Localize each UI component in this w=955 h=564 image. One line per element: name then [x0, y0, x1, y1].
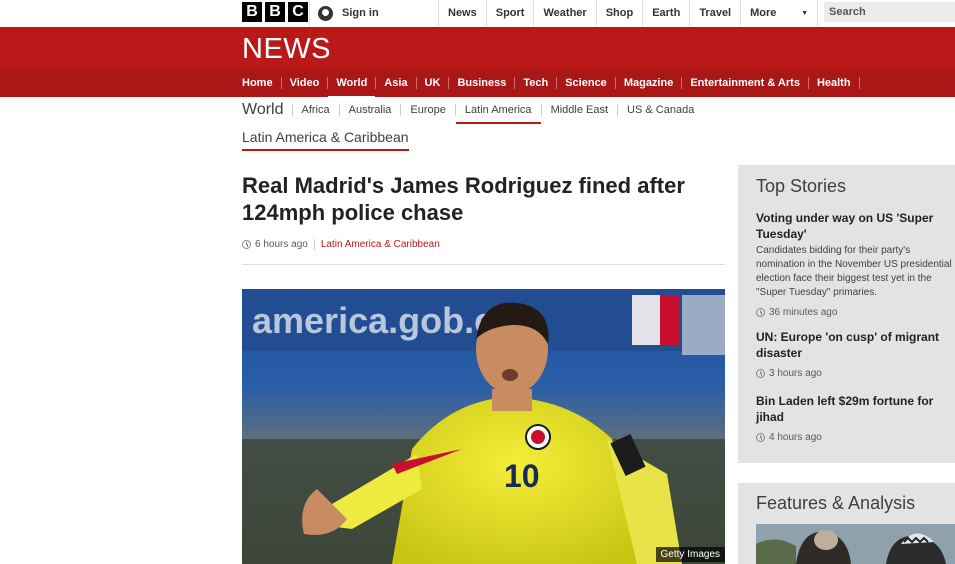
global-nav-news[interactable]: News	[438, 0, 486, 26]
story-time: 4 hours ago	[756, 432, 955, 443]
chevron-down-icon: ▼	[801, 9, 809, 17]
article-meta: 6 hours ago Latin America & Caribbean	[242, 238, 440, 250]
news-logo[interactable]: NEWS	[242, 33, 331, 66]
subnav-australia[interactable]: Australia	[340, 104, 401, 116]
list-item: Voting under way on US 'Super Tuesday' C…	[756, 210, 955, 318]
story-time-text: 36 minutes ago	[769, 307, 838, 318]
features-title: Features & Analysis	[756, 493, 916, 513]
list-item: Bin Laden left $29m fortune for jihad 4 …	[756, 393, 955, 443]
clock-icon	[756, 369, 765, 378]
article-section-link[interactable]: Latin America & Caribbean	[321, 239, 440, 250]
shirt-number: 10	[504, 458, 540, 494]
global-nav-earth[interactable]: Earth	[642, 0, 689, 26]
story-time: 3 hours ago	[756, 368, 955, 379]
article-photo-illustration: america.gob.cl 10	[242, 289, 725, 564]
subnav-latin-america[interactable]: Latin America	[455, 104, 541, 124]
top-stories-panel: Top Stories Voting under way on US 'Supe…	[738, 165, 955, 463]
global-nav-weather[interactable]: Weather	[533, 0, 595, 26]
article-image: america.gob.cl 10 Getty Images	[242, 289, 725, 564]
signin-link[interactable]: Sign in	[318, 0, 379, 26]
subnav-title[interactable]: World	[242, 101, 284, 119]
global-nav: News Sport Weather Shop Earth Travel Mor…	[438, 0, 819, 26]
divider	[313, 238, 315, 250]
nav-entertainment-arts[interactable]: Entertainment & Arts	[682, 76, 808, 90]
more-menu-button[interactable]: More ▼	[740, 0, 819, 26]
story-title[interactable]: Bin Laden left $29m fortune for jihad	[756, 393, 955, 425]
nav-tech[interactable]: Tech	[515, 76, 556, 90]
divider	[309, 0, 310, 26]
news-banner: NEWS	[0, 27, 955, 69]
main-nav: Home Video World Asia UK Business Tech S…	[242, 69, 860, 99]
signin-label: Sign in	[342, 7, 379, 19]
article-headline: Real Madrid's James Rodriguez fined afte…	[242, 173, 685, 225]
nav-video[interactable]: Video	[282, 76, 328, 90]
clock-icon	[242, 239, 251, 249]
nav-magazine[interactable]: Magazine	[616, 76, 682, 90]
nav-health[interactable]: Health	[809, 76, 859, 90]
article-time: 6 hours ago	[255, 238, 308, 250]
nav-asia[interactable]: Asia	[376, 76, 415, 90]
section-title[interactable]: Latin America & Caribbean	[242, 129, 409, 151]
main-nav-bar: Home Video World Asia UK Business Tech S…	[0, 69, 955, 99]
world-subnav: World Africa Australia Europe Latin Amer…	[242, 98, 703, 124]
story-time: 36 minutes ago	[756, 307, 955, 318]
story-summary: Candidates bidding for their party's nom…	[756, 245, 952, 298]
nav-business[interactable]: Business	[449, 76, 514, 90]
clock-icon	[756, 308, 765, 317]
logo-letter: B	[242, 2, 262, 22]
subnav-us-canada[interactable]: US & Canada	[618, 104, 703, 116]
global-nav-shop[interactable]: Shop	[595, 0, 643, 26]
divider	[858, 77, 860, 89]
nav-science[interactable]: Science	[557, 76, 615, 90]
story-time-text: 3 hours ago	[769, 368, 822, 379]
more-label: More	[750, 7, 777, 19]
global-nav-sport[interactable]: Sport	[485, 0, 534, 26]
bbc-logo[interactable]: B B C	[242, 2, 308, 22]
global-nav-travel[interactable]: Travel	[689, 0, 740, 26]
feature-photo-illustration	[756, 524, 955, 564]
divider	[242, 264, 725, 265]
nav-home[interactable]: Home	[242, 76, 281, 90]
subnav-middle-east[interactable]: Middle East	[542, 104, 617, 116]
search-input[interactable]	[824, 2, 955, 22]
logo-letter: B	[265, 2, 285, 22]
logo-letter: C	[288, 2, 308, 22]
list-item: UN: Europe 'on cusp' of migrant disaster…	[756, 329, 955, 379]
subnav-europe[interactable]: Europe	[401, 104, 454, 116]
image-credit: Getty Images	[655, 547, 725, 562]
story-title[interactable]: Voting under way on US 'Super Tuesday'	[756, 210, 955, 242]
subnav-africa[interactable]: Africa	[293, 104, 339, 116]
nav-uk[interactable]: UK	[417, 76, 449, 90]
top-stories-title: Top Stories	[756, 176, 847, 196]
story-time-text: 4 hours ago	[769, 432, 822, 443]
signin-icon	[318, 5, 333, 21]
features-panel: Features & Analysis	[738, 483, 955, 564]
global-header: B B C Sign in News Sport Weather Shop Ea…	[0, 0, 955, 26]
feature-image[interactable]	[756, 524, 955, 564]
story-title[interactable]: UN: Europe 'on cusp' of migrant disaster	[756, 329, 955, 361]
nav-world[interactable]: World	[328, 76, 376, 99]
clock-icon	[756, 433, 765, 442]
banner-text: america.gob.cl	[252, 300, 504, 341]
